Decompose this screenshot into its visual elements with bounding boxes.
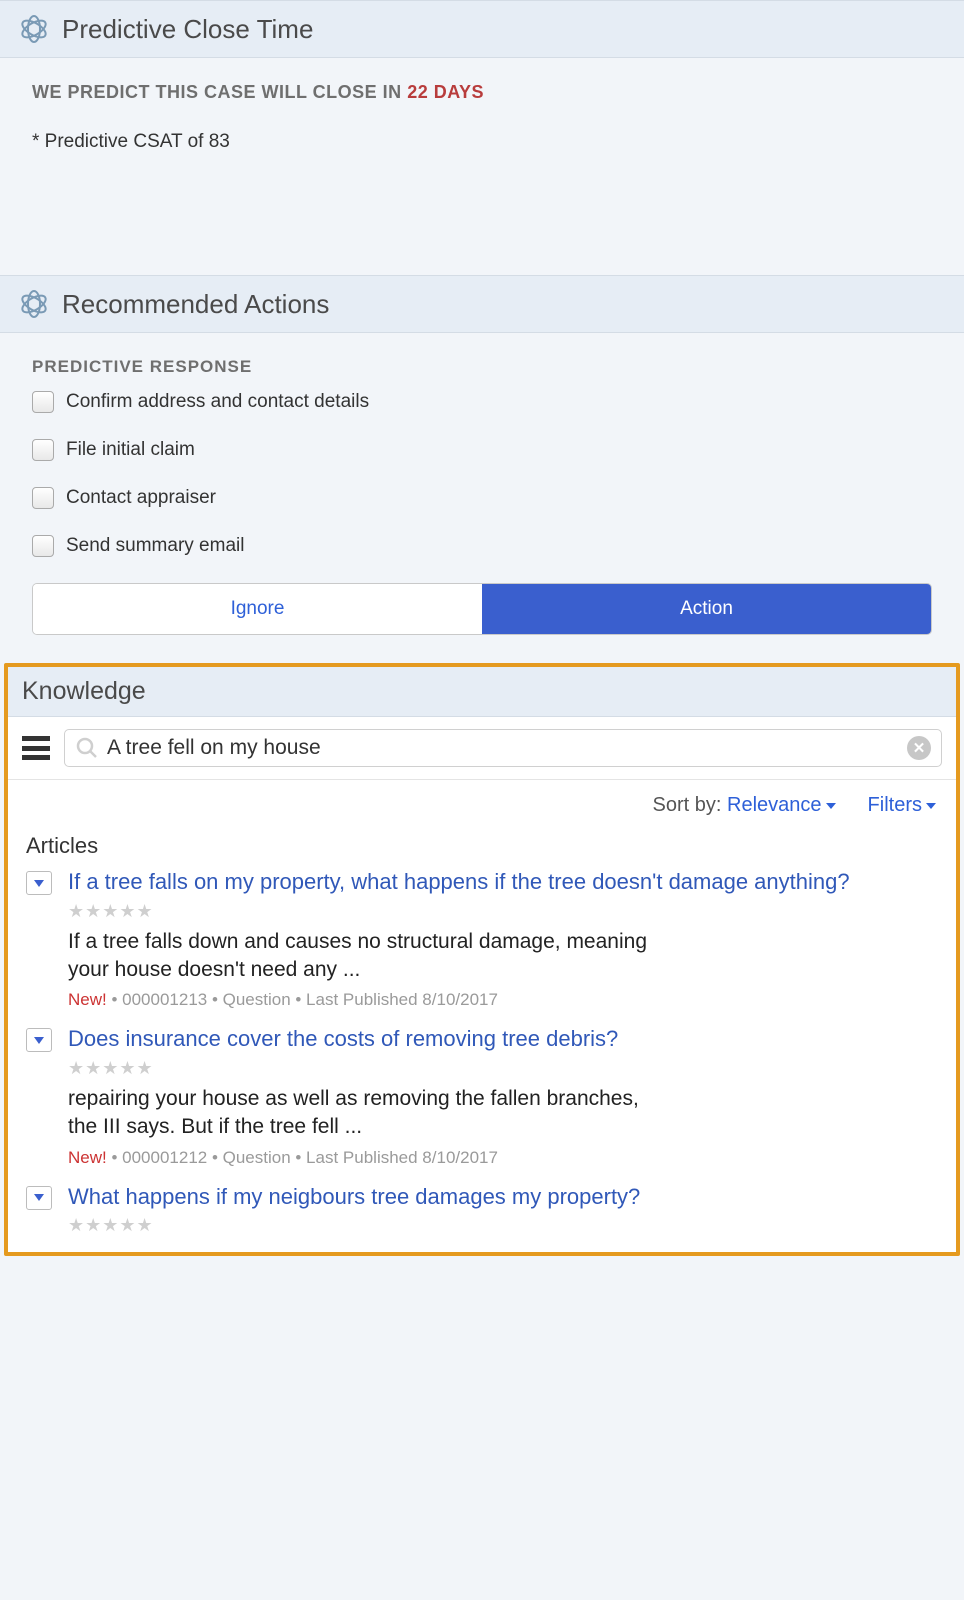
article-body: Does insurance cover the costs of removi… bbox=[68, 1024, 938, 1167]
caret-down-icon bbox=[34, 880, 44, 887]
predict-days: 22 DAYS bbox=[407, 82, 484, 102]
action-button[interactable]: Action bbox=[482, 584, 931, 634]
predict-prefix: WE PREDICT THIS CASE WILL CLOSE IN bbox=[32, 82, 407, 102]
check-item-file-claim[interactable]: File initial claim bbox=[32, 439, 932, 461]
articles-heading: Articles bbox=[8, 823, 956, 863]
predictive-response-heading: PREDICTIVE RESPONSE bbox=[32, 357, 932, 377]
check-label: Contact appraiser bbox=[66, 487, 216, 509]
article-item: What happens if my neigbours tree damage… bbox=[8, 1178, 956, 1253]
ignore-button[interactable]: Ignore bbox=[33, 584, 482, 634]
search-icon bbox=[75, 736, 99, 760]
article-item: If a tree falls on my property, what hap… bbox=[8, 863, 956, 1020]
clear-search-icon[interactable]: ✕ bbox=[907, 736, 931, 760]
article-meta: New! • 000001213 • Question • Last Publi… bbox=[68, 990, 938, 1010]
filters-link[interactable]: Filters bbox=[868, 794, 936, 817]
einstein-icon bbox=[18, 288, 50, 320]
search-box: ✕ bbox=[64, 729, 942, 767]
checkbox[interactable] bbox=[32, 535, 54, 557]
article-menu-button[interactable] bbox=[26, 1028, 52, 1052]
sort-by-label: Sort by: bbox=[653, 794, 722, 816]
knowledge-title: Knowledge bbox=[8, 667, 956, 717]
recommended-body: PREDICTIVE RESPONSE Confirm address and … bbox=[0, 333, 964, 659]
article-menu-button[interactable] bbox=[26, 1186, 52, 1210]
predictive-close-title: Predictive Close Time bbox=[62, 14, 313, 45]
einstein-icon bbox=[18, 13, 50, 45]
caret-down-icon bbox=[34, 1037, 44, 1044]
predictive-close-body: WE PREDICT THIS CASE WILL CLOSE IN 22 DA… bbox=[0, 58, 964, 273]
star-rating: ★★★★★ bbox=[68, 1215, 938, 1236]
check-item-contact-appraiser[interactable]: Contact appraiser bbox=[32, 487, 932, 509]
article-body: If a tree falls on my property, what hap… bbox=[68, 867, 938, 1010]
check-label: Confirm address and contact details bbox=[66, 391, 369, 413]
article-snippet: repairing your house as well as removing… bbox=[68, 1085, 648, 1142]
checkbox[interactable] bbox=[32, 487, 54, 509]
predictive-close-panel: Predictive Close Time WE PREDICT THIS CA… bbox=[0, 0, 964, 273]
sort-row: Sort by: Relevance Filters bbox=[8, 780, 956, 823]
csat-line: * Predictive CSAT of 83 bbox=[32, 131, 932, 153]
checkbox[interactable] bbox=[32, 439, 54, 461]
caret-down-icon bbox=[34, 1194, 44, 1201]
article-menu-button[interactable] bbox=[26, 871, 52, 895]
check-item-confirm[interactable]: Confirm address and contact details bbox=[32, 391, 932, 413]
star-rating: ★★★★★ bbox=[68, 901, 938, 922]
check-item-send-summary[interactable]: Send summary email bbox=[32, 535, 932, 557]
button-row: Ignore Action bbox=[32, 583, 932, 635]
article-meta: New! • 000001212 • Question • Last Publi… bbox=[68, 1148, 938, 1168]
article-title-link[interactable]: If a tree falls on my property, what hap… bbox=[68, 867, 938, 897]
caret-down-icon bbox=[826, 803, 836, 809]
sort-by-group: Sort by: Relevance bbox=[653, 794, 836, 817]
recommended-panel: Recommended Actions PREDICTIVE RESPONSE … bbox=[0, 275, 964, 659]
search-input[interactable] bbox=[107, 736, 907, 760]
knowledge-search-row: ✕ bbox=[8, 717, 956, 780]
checkbox[interactable] bbox=[32, 391, 54, 413]
knowledge-panel: Knowledge ✕ Sort by: Relevance Filters A… bbox=[4, 663, 960, 1256]
hamburger-icon[interactable] bbox=[22, 736, 50, 760]
predict-line: WE PREDICT THIS CASE WILL CLOSE IN 22 DA… bbox=[32, 82, 932, 103]
new-badge: New! bbox=[68, 990, 107, 1009]
star-rating: ★★★★★ bbox=[68, 1058, 938, 1079]
new-badge: New! bbox=[68, 1148, 107, 1167]
recommended-title: Recommended Actions bbox=[62, 289, 329, 320]
article-item: Does insurance cover the costs of removi… bbox=[8, 1020, 956, 1177]
recommended-header: Recommended Actions bbox=[0, 275, 964, 333]
caret-down-icon bbox=[926, 803, 936, 809]
predictive-close-header: Predictive Close Time bbox=[0, 0, 964, 58]
check-label: File initial claim bbox=[66, 439, 195, 461]
article-title-link[interactable]: Does insurance cover the costs of removi… bbox=[68, 1024, 938, 1054]
sort-relevance-link[interactable]: Relevance bbox=[727, 794, 836, 816]
check-label: Send summary email bbox=[66, 535, 244, 557]
article-body: What happens if my neigbours tree damage… bbox=[68, 1182, 938, 1243]
article-title-link[interactable]: What happens if my neigbours tree damage… bbox=[68, 1182, 938, 1212]
article-snippet: If a tree falls down and causes no struc… bbox=[68, 928, 648, 985]
